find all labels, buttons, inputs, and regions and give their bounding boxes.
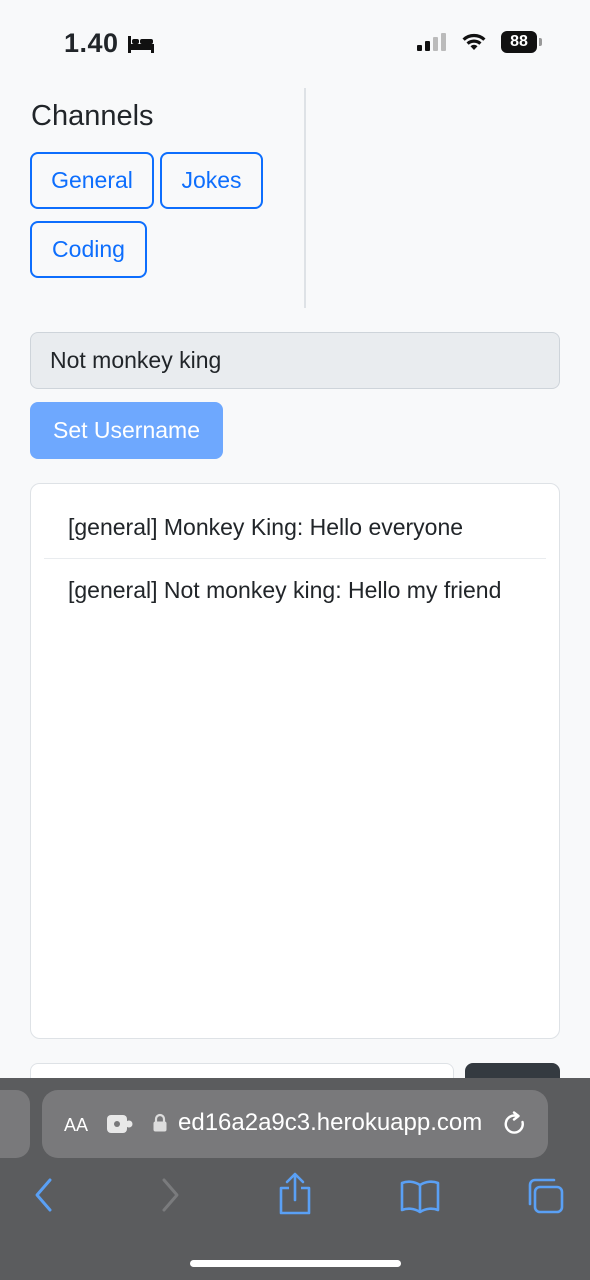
address-bar[interactable]: AA ed16a2a9c3.herokuapp.com bbox=[42, 1090, 548, 1158]
channel-button-coding[interactable]: Coding bbox=[30, 221, 147, 278]
wifi-icon bbox=[462, 33, 486, 50]
reload-icon[interactable] bbox=[502, 1111, 528, 1137]
message-item: [general] Not monkey king: Hello my frie… bbox=[68, 577, 502, 603]
tabs-icon[interactable] bbox=[525, 1177, 565, 1215]
battery-indicator: 88 bbox=[501, 31, 542, 53]
previous-tab-preview[interactable] bbox=[0, 1090, 30, 1158]
back-icon[interactable] bbox=[32, 1176, 54, 1214]
channel-button-jokes[interactable]: Jokes bbox=[160, 152, 263, 209]
home-indicator bbox=[190, 1260, 401, 1267]
channels-title: Channels bbox=[31, 100, 154, 132]
signal-icon bbox=[417, 33, 446, 51]
forward-icon[interactable] bbox=[160, 1176, 182, 1214]
channels-panel: Channels General Jokes Coding bbox=[30, 88, 306, 308]
text-size-icon[interactable]: AA bbox=[64, 1110, 88, 1138]
status-bar: 1.40 88 bbox=[0, 0, 590, 90]
battery-level: 88 bbox=[501, 31, 537, 53]
text-size-label: AA bbox=[64, 1115, 89, 1135]
bed-icon bbox=[127, 35, 154, 53]
message-list: [general] Monkey King: Hello everyone [g… bbox=[30, 483, 560, 1039]
bookmarks-icon[interactable] bbox=[400, 1178, 440, 1214]
set-username-button[interactable]: Set Username bbox=[30, 402, 223, 459]
lock-icon bbox=[153, 1113, 167, 1132]
status-time: 1.40 bbox=[64, 28, 155, 59]
battery-tip bbox=[539, 38, 542, 46]
time-label: 1.40 bbox=[64, 28, 119, 58]
status-indicators: 88 bbox=[417, 31, 542, 53]
extension-icon[interactable] bbox=[106, 1114, 134, 1134]
channel-button-general[interactable]: General bbox=[30, 152, 154, 209]
share-icon[interactable] bbox=[278, 1172, 312, 1216]
message-item: [general] Monkey King: Hello everyone bbox=[44, 484, 546, 559]
url-text[interactable]: ed16a2a9c3.herokuapp.com bbox=[178, 1109, 482, 1137]
username-input[interactable]: Not monkey king bbox=[30, 332, 560, 389]
